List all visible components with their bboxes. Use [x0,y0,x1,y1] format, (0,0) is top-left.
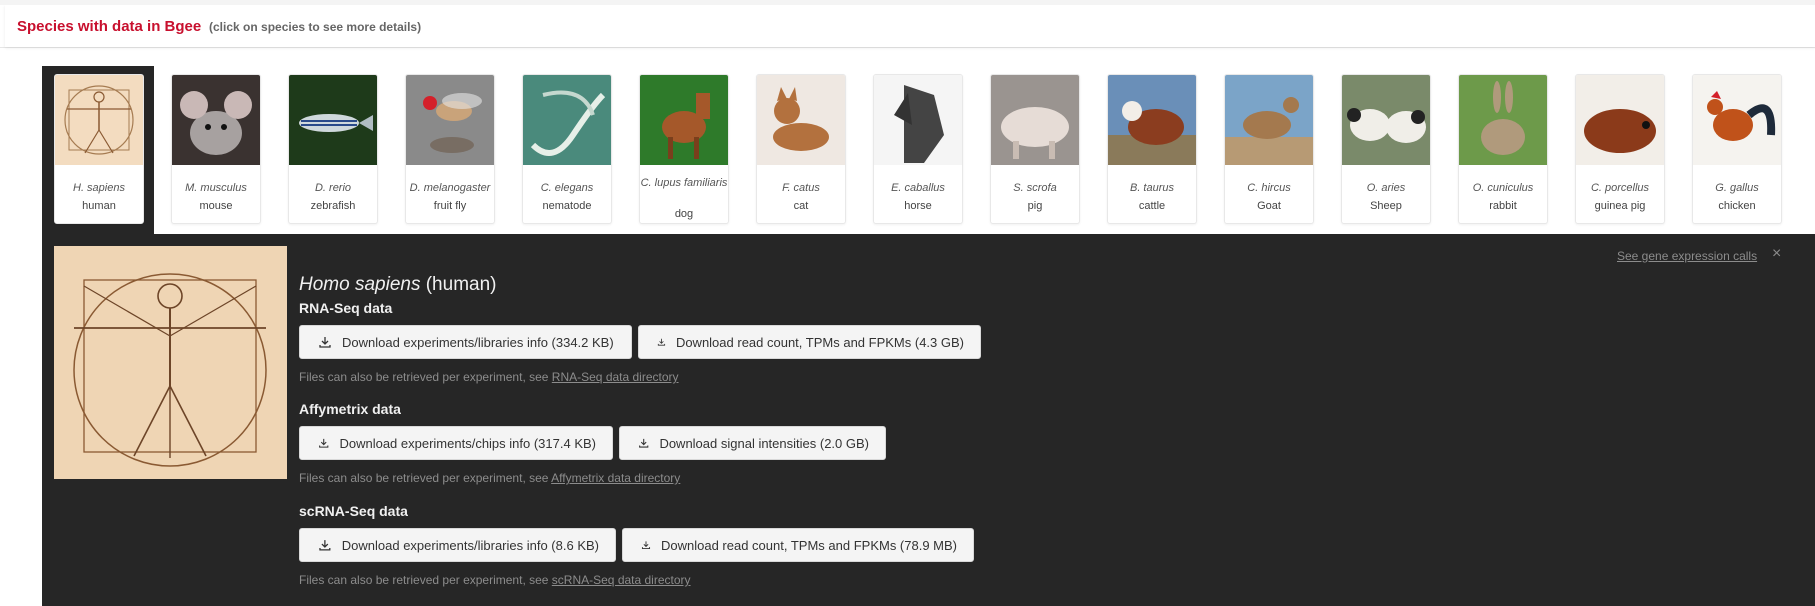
species-sci-name: O. aries [1366,182,1406,194]
page-title: Species with data in Bgee [17,18,202,35]
species-card-dog[interactable]: C. lupus familiaris dog [639,74,729,224]
species-common-name: zebrafish [310,200,356,212]
download-icon [641,541,651,550]
scrnaseq-note: Files can also be retrieved per experime… [299,573,691,587]
species-sci-name: C. porcellus [1590,182,1650,194]
species-common-name: pig [1027,200,1043,212]
species-sci-name: O. cuniculus [1472,182,1534,194]
download-icon [319,438,329,448]
species-sci-name: B. taurus [1129,182,1175,194]
species-common-name: chicken [1718,200,1756,212]
species-sci-name: D. melanogaster [409,182,491,194]
affymetrix-heading: Affymetrix data [299,401,401,417]
page-subtitle: (click on species to see more details) [209,20,422,34]
rnaseq-directory-link[interactable]: RNA-Seq data directory [552,370,679,384]
download-affy-signal-button[interactable]: Download signal intensities (2.0 GB) [619,426,886,460]
species-common-name: horse [904,200,932,212]
species-common-name: rabbit [1489,200,1517,212]
species-card-horse[interactable]: E. caballus horse [873,74,963,224]
species-card-mouse[interactable]: M. musculus mouse [171,74,261,224]
see-gene-expression-calls-link[interactable]: See gene expression calls [1617,249,1757,263]
species-common-name: human [82,200,116,212]
dog-image [640,75,728,165]
species-common-name: dog [674,208,694,220]
species-sci-name: C. elegans [540,182,594,194]
species-card-chicken[interactable]: G. gallus chicken [1692,74,1782,224]
species-card-nematode[interactable]: C. elegans nematode [522,74,612,224]
species-card-pig[interactable]: S. scrofa pig [990,74,1080,224]
zebrafish-image [289,75,377,165]
nematode-image [523,75,611,165]
download-rnaseq-counts-button[interactable]: Download read count, TPMs and FPKMs (4.3… [638,325,981,359]
scrnaseq-directory-link[interactable]: scRNA-Seq data directory [552,573,691,587]
species-sci-name: G. gallus [1715,182,1759,194]
species-card-zebrafish[interactable]: D. rerio zebrafish [288,74,378,224]
species-common-name: guinea pig [1594,200,1646,212]
species-card-goat[interactable]: C. hircus Goat [1224,74,1314,224]
species-common-name: mouse [199,200,233,212]
species-sci-name: C. lupus familiaris [640,177,728,189]
species-card-cattle[interactable]: B. taurus cattle [1107,74,1197,224]
horse-image [874,75,962,165]
cattle-image [1108,75,1196,165]
guinea-pig-image [1576,75,1664,165]
species-common-name: fruit fly [433,200,467,212]
download-icon [657,338,666,346]
download-icon [319,337,331,348]
species-card-cat[interactable]: F. catus cat [756,74,846,224]
affymetrix-note: Files can also be retrieved per experime… [299,471,681,485]
species-sci-name: C. hircus [1247,182,1291,194]
species-sci-name: D. rerio [314,182,352,194]
cat-image [757,75,845,165]
species-card-rabbit[interactable]: O. cuniculus rabbit [1458,74,1548,224]
species-common-name: Sheep [1370,200,1402,212]
download-icon [319,540,331,551]
scrnaseq-heading: scRNA-Seq data [299,503,408,519]
download-icon [639,438,649,448]
download-scrna-libraries-button[interactable]: Download experiments/libraries info (8.6… [299,528,616,562]
rnaseq-heading: RNA-Seq data [299,300,393,316]
species-common-name: Goat [1257,200,1281,212]
download-affy-chips-button[interactable]: Download experiments/chips info (317.4 K… [299,426,613,460]
species-common-name: cattle [1138,200,1166,212]
goat-image [1225,75,1313,165]
species-sci-name: F. catus [782,182,820,194]
species-common-name: cat [793,200,809,212]
sheep-image [1342,75,1430,165]
species-sci-name: S. scrofa [1013,182,1057,194]
vitruvian-man-image [54,246,287,479]
vitruvian-man-image [55,75,143,165]
species-card-fruit-fly[interactable]: D. melanogaster fruit fly [405,74,495,224]
mouse-image [172,75,260,165]
species-sci-name: M. musculus [185,182,247,194]
species-title: Homo sapiens (human) [299,274,497,295]
species-card-guinea-pig[interactable]: C. porcellus guinea pig [1575,74,1665,224]
species-common-name: nematode [542,200,592,212]
species-sci-name: H. sapiens [73,182,125,194]
chicken-image [1693,75,1781,165]
rabbit-image [1459,75,1547,165]
species-sci-name: E. caballus [891,182,945,194]
rnaseq-note: Files can also be retrieved per experime… [299,370,679,384]
close-icon[interactable]: × [1772,245,1781,263]
species-card-sheep[interactable]: O. aries Sheep [1341,74,1431,224]
download-rnaseq-libraries-button[interactable]: Download experiments/libraries info (334… [299,325,632,359]
pig-image [991,75,1079,165]
fruit-fly-image [406,75,494,165]
affymetrix-directory-link[interactable]: Affymetrix data directory [551,471,680,485]
species-card-human[interactable]: H. sapiens human [54,74,144,224]
download-scrna-counts-button[interactable]: Download read count, TPMs and FPKMs (78.… [622,528,974,562]
